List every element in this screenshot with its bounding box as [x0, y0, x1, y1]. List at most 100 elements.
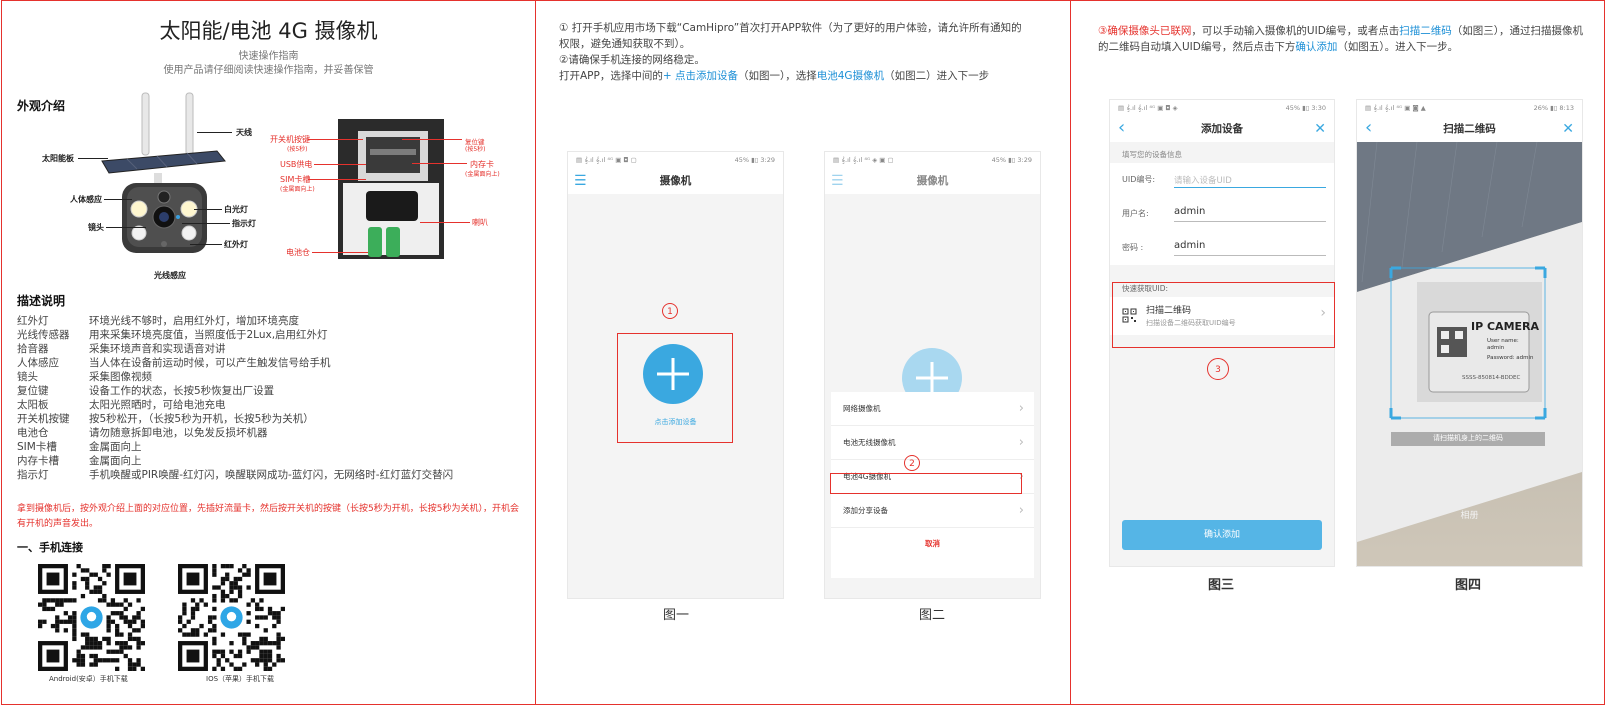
username-field-row: 用户名: admin — [1110, 197, 1334, 231]
panel-appearance: 太阳能/电池 4G 摄像机 快速操作指南 使用产品请仔细阅读快速操作指南，并妥善… — [1, 0, 536, 705]
desc-row: 开关机按键 按5秒松开，（长按5秒为开机，长按5秒为关机） — [17, 411, 314, 426]
password-input[interactable]: admin — [1174, 240, 1205, 251]
phone-screen-4: ▤ 𝄞.ıl 𝄞.ıl ⁴ᴳ ▣ ◙ ▲ 26% ▮▯ 8:13 ‹ 扫描二维码… — [1356, 99, 1583, 567]
desc-value: 金属面向上 — [89, 441, 142, 453]
label-lens: 镜头 — [88, 223, 104, 232]
uid-input[interactable]: 请输入设备UID — [1174, 174, 1232, 186]
subtitle-guide: 快速操作指南 — [238, 51, 299, 62]
label-solar-panel: 太阳能板 — [42, 154, 74, 163]
status-battery-time: 45% ▮▯ 3:29 — [991, 156, 1032, 164]
status-bar: ▤ 𝄞.ıl 𝄞.ıl ⁴ᴳ ◈ ▣ ▢ 45% ▮▯ 3:29 — [825, 152, 1040, 168]
android-qr-code — [38, 564, 145, 671]
username-underline — [1174, 221, 1326, 222]
appearance-heading: 外观介绍 — [17, 99, 66, 113]
subtitle-note: 使用产品请仔细阅读快速操作指南，并妥善保管 — [163, 65, 374, 76]
close-icon[interactable]: ✕ — [1562, 116, 1574, 142]
desc-key: 镜头 — [17, 371, 38, 383]
desc-row: 人体感应 当人体在设备前运动时候，可以产生触发信号给手机 — [17, 355, 331, 370]
chevron-right-icon: › — [1018, 401, 1024, 416]
highlight-box-3 — [1112, 282, 1335, 348]
nav-title: 扫描二维码 — [1443, 123, 1496, 135]
desc-value: 太阳光照晒时，可给电池充电 — [89, 399, 226, 411]
desc-row: SIM卡槽 金属面向上 — [17, 439, 142, 454]
album-button[interactable]: 相册 — [1357, 508, 1582, 521]
back-icon[interactable]: ‹ — [1365, 115, 1372, 141]
panel-add-device: ③确保摄像头已联网，可以手动输入摄像机的UID编号，或者点击扫描二维码（如图三）… — [1070, 0, 1605, 705]
warning-text: 拿到摄像机后，按外观介绍上面的对应位置，先插好流量卡，然后按开关机的按键（长按5… — [17, 504, 519, 529]
caption-fig4: 图四 — [1454, 578, 1481, 593]
sticker-user: User name: admin — [1487, 338, 1519, 351]
desc-heading: 描述说明 — [17, 294, 66, 308]
menu-icon[interactable]: ☰ — [831, 168, 844, 194]
nav-title: 添加设备 — [1201, 123, 1243, 135]
menu-item-add-shared[interactable]: 添加分享设备 › — [831, 494, 1034, 528]
uid-field-row: UID编号: 请输入设备UID — [1110, 163, 1334, 197]
desc-row: 光线传感器 用来采集环境亮度值，当照度低于2Lux,启用红外灯 — [17, 327, 328, 342]
nav-bar: ‹ 添加设备 ✕ — [1110, 116, 1334, 142]
label-white-light: 白光灯 — [224, 205, 248, 214]
menu-item-label: 添加分享设备 — [843, 506, 888, 515]
desc-value: 环境光线不够时，启用红外灯，增加环境亮度 — [89, 315, 299, 327]
status-icons: ▤ 𝄞.ıl 𝄞.ıl ⁴ᴳ ◈ ▣ ▢ — [833, 156, 894, 164]
marker-1: 1 — [662, 303, 678, 319]
status-icons: ▤ 𝄞.ıl 𝄞.ıl ⁴ᴳ ▣ ◘ ▢ — [576, 156, 637, 164]
section-label: 填写您的设备信息 — [1122, 150, 1182, 159]
desc-row: 镜头 采集图像视频 — [17, 369, 152, 384]
intro-part1: ，可以手动输入摄像机的UID编号，或者点击 — [1191, 25, 1400, 37]
desc-value: 手机唤醒或PIR唤醒-红灯闪，唤醒联网成功-蓝灯闪，无网络时-红灯蓝灯交替闪 — [89, 469, 454, 481]
nav-title: 摄像机 — [659, 175, 692, 187]
link-scan-qr[interactable]: 扫描二维码 — [1399, 25, 1452, 37]
step3-link-add[interactable]: + 点击添加设备 — [663, 70, 738, 82]
desc-key: 太阳板 — [17, 399, 49, 411]
desc-key: 电池仓 — [17, 427, 49, 439]
marker-3: 3 — [1207, 358, 1229, 380]
nav-bar: ☰ 摄像机 — [568, 168, 783, 194]
menu-item-battery-wireless[interactable]: 电池无线摄像机 › — [831, 426, 1034, 460]
chevron-right-icon: › — [1018, 435, 1024, 450]
nav-bar: ‹ 扫描二维码 ✕ — [1357, 116, 1582, 142]
label-ir-light: 红外灯 — [224, 240, 248, 249]
status-icons: ▤ 𝄞.ıl 𝄞.ıl ⁴ᴳ ▣ ◘ ◈ — [1118, 104, 1178, 112]
step3-pre: 打开APP，选择中间的 — [559, 70, 663, 82]
confirm-add-button[interactable]: 确认添加 — [1122, 520, 1322, 550]
back-icon[interactable]: ‹ — [1118, 115, 1125, 141]
desc-key: 拾音器 — [17, 343, 49, 355]
status-battery-time: 26% ▮▯ 8:13 — [1533, 104, 1574, 112]
label-light-sensor: 光线感应 — [154, 271, 186, 280]
page-title: 太阳能/电池 4G 摄像机 — [159, 19, 378, 43]
marker-2: 2 — [904, 455, 920, 471]
password-underline — [1174, 255, 1326, 256]
close-icon[interactable]: ✕ — [1314, 116, 1326, 142]
status-bar: ▤ 𝄞.ıl 𝄞.ıl ⁴ᴳ ▣ ◙ ▲ 26% ▮▯ 8:13 — [1357, 100, 1582, 116]
uid-underline — [1174, 187, 1326, 188]
intro-red: ③确保摄像头已联网 — [1098, 25, 1192, 37]
label-speaker: 喇叭 — [472, 218, 488, 227]
battery-compartment-illustration — [338, 119, 444, 259]
password-label: 密码 : — [1122, 243, 1144, 252]
step3-link-4g[interactable]: 电池4G摄像机 — [817, 70, 884, 82]
ios-qr-code — [178, 564, 285, 671]
desc-key: 内存卡槽 — [17, 455, 59, 467]
desc-key: SIM卡槽 — [17, 441, 57, 453]
scan-hint: 请扫描机身上的二维码 — [1433, 434, 1503, 442]
desc-row: 拾音器 采集环境声音和实现语音对讲 — [17, 341, 226, 356]
menu-item-network-camera[interactable]: 网络摄像机 › — [831, 392, 1034, 426]
desc-key: 光线传感器 — [17, 329, 70, 341]
link-confirm-add[interactable]: 确认添加 — [1295, 41, 1337, 53]
username-input[interactable]: admin — [1174, 206, 1205, 217]
camera-viewfinder-image — [1357, 142, 1582, 566]
desc-value: 按5秒松开，（长按5秒为开机，长按5秒为关机） — [89, 413, 314, 425]
desc-value: 当人体在设备前运动时候，可以产生触发信号给手机 — [89, 357, 331, 369]
label-usb: USB供电 — [280, 160, 313, 169]
status-bar: ▤ 𝄞.ıl 𝄞.ıl ⁴ᴳ ▣ ◘ ◈ 45% ▮▯ 3:30 — [1110, 100, 1334, 116]
menu-item-label: 网络摄像机 — [843, 404, 881, 413]
menu-icon[interactable]: ☰ — [574, 168, 587, 194]
desc-row: 内存卡槽 金属面向上 — [17, 453, 142, 468]
intro-part3: （如图五）。进入下一步。 — [1337, 41, 1459, 53]
sticker-id: SSSS-850814-BDDEC — [1462, 375, 1521, 381]
desc-value: 采集环境声音和实现语音对讲 — [89, 343, 226, 355]
desc-row: 红外灯 环境光线不够时，启用红外灯，增加环境亮度 — [17, 313, 299, 328]
desc-row: 太阳板 太阳光照晒时，可给电池充电 — [17, 397, 226, 412]
cancel-button[interactable]: 取消 — [831, 538, 1034, 549]
password-field-row: 密码 : admin — [1110, 231, 1334, 265]
